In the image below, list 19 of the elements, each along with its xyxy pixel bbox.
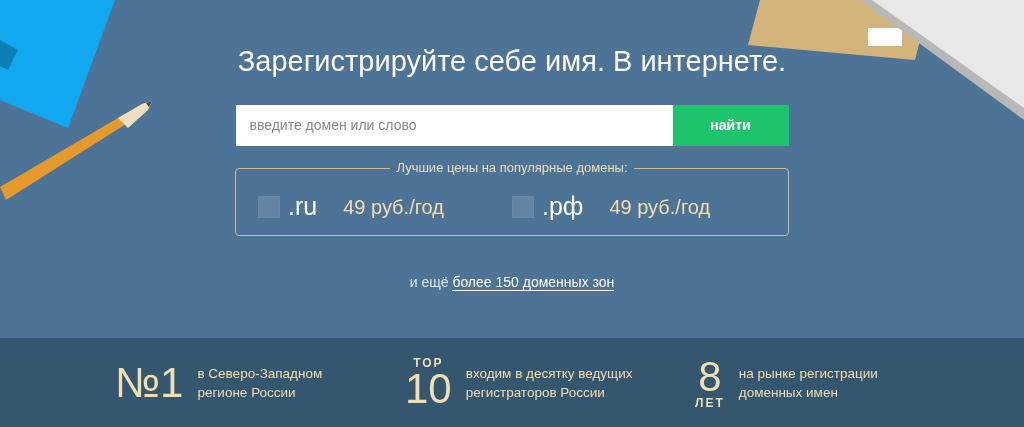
more-label: и ещё bbox=[409, 274, 449, 290]
domain-checkbox[interactable] bbox=[512, 195, 534, 218]
domain-price: 49 руб./год bbox=[609, 194, 711, 220]
stat-number: 10 bbox=[405, 368, 452, 409]
offers-legend: Лучшие цены на популярные домены: bbox=[390, 160, 634, 176]
stat-description: входим в десятку ведущих регистраторов России bbox=[465, 364, 633, 402]
headline: Зарегистрируйте себе имя. В интернете. bbox=[237, 44, 787, 79]
domain-price: 49 руб./год bbox=[343, 194, 444, 220]
years-label: ЛЕТ bbox=[695, 396, 725, 409]
stat-description: в Северо-Западном регионе России bbox=[197, 364, 323, 402]
stat-description: на рынке регистрации доменных имен bbox=[738, 364, 878, 402]
stat-number: №1 bbox=[115, 362, 184, 403]
domain-zone: .ru bbox=[288, 191, 318, 222]
stat-number: 8 bbox=[698, 356, 722, 397]
zones-link[interactable]: более 150 доменных зон bbox=[452, 274, 615, 291]
top-label: TOP bbox=[413, 356, 444, 369]
domain-search-field[interactable]: введите домен или слово bbox=[235, 105, 673, 146]
domain-checkbox[interactable] bbox=[258, 195, 280, 218]
domain-zone: .рф bbox=[542, 191, 584, 222]
